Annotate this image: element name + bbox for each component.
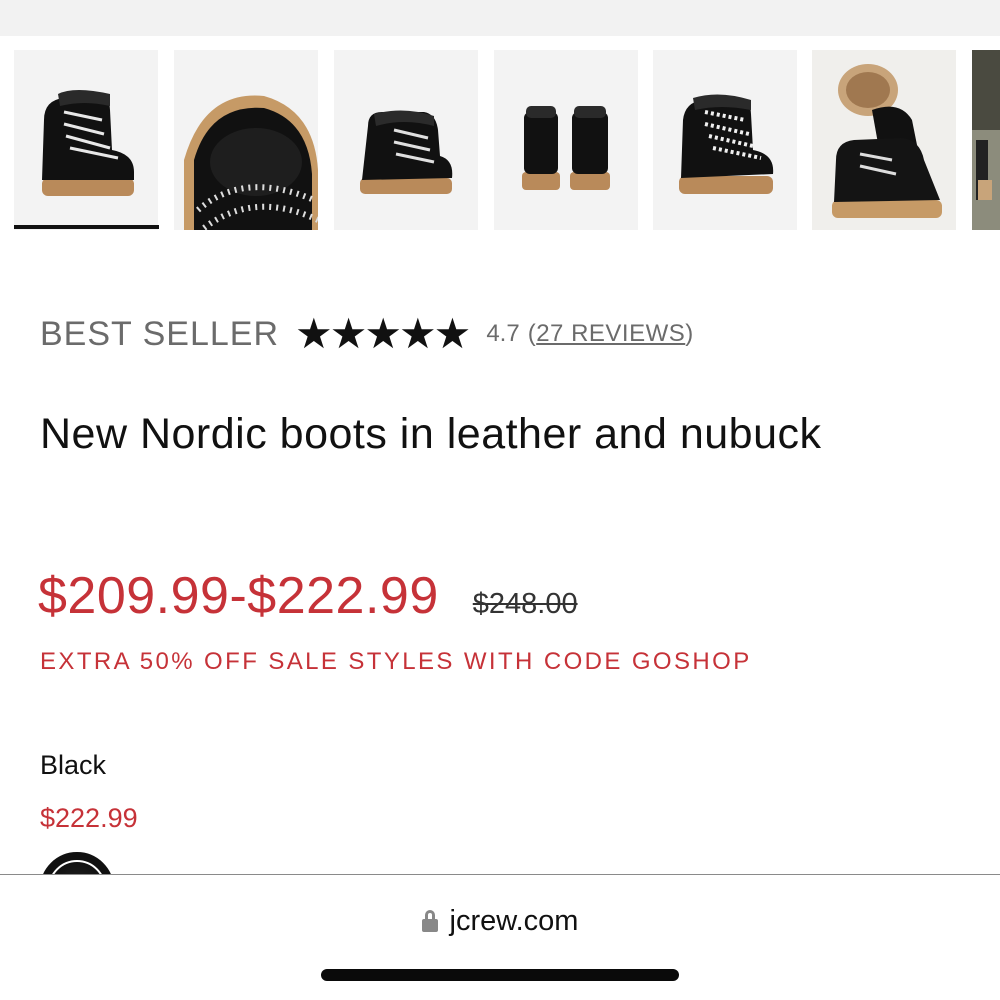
url-domain: jcrew.com xyxy=(449,905,579,937)
price-row: $209.99-$222.99 $248.00 xyxy=(38,566,578,626)
reviews-count: (27 REVIEWS) xyxy=(528,320,694,348)
selected-color-name: Black xyxy=(40,750,107,780)
url-display[interactable]: jcrew.com xyxy=(0,905,1000,938)
thumbnail-2[interactable] xyxy=(174,50,318,230)
thumbnail-6[interactable] xyxy=(812,50,956,230)
star-icon: ★ xyxy=(433,309,472,358)
star-icon: ★ xyxy=(399,309,437,358)
top-strip xyxy=(0,0,1000,36)
thumbnail-7[interactable] xyxy=(972,50,1000,230)
product-title: New Nordic boots in leather and nubuck xyxy=(40,410,822,458)
browser-address-bar: jcrew.com xyxy=(0,874,1000,1000)
boot-laces-image xyxy=(653,50,797,230)
sale-price-range: $209.99-$222.99 xyxy=(38,567,439,625)
star-icon: ★ xyxy=(364,309,403,358)
rating-row: BEST SELLER ★ ★ ★ ★ ★ 4.7 (27 REVIEWS) xyxy=(40,312,694,356)
home-indicator[interactable] xyxy=(321,969,679,981)
star-rating: ★ ★ ★ ★ ★ xyxy=(295,309,471,358)
active-thumbnail-indicator xyxy=(14,225,159,229)
reviews-link[interactable]: 27 REVIEWS xyxy=(536,320,685,347)
open-paren: ( xyxy=(527,320,537,347)
original-price: $248.00 xyxy=(472,588,578,620)
promo-message: EXTRA 50% OFF SALE STYLES WITH CODE GOSH… xyxy=(40,648,752,675)
boot-front-angle-image xyxy=(334,50,478,230)
boot-back-view-image xyxy=(494,50,638,230)
selected-color-price: $222.99 xyxy=(40,803,138,833)
star-icon: ★ xyxy=(329,309,368,358)
best-seller-badge: BEST SELLER xyxy=(40,314,280,353)
thumbnail-4[interactable] xyxy=(494,50,638,230)
model-wearing-boots-image xyxy=(972,50,1000,230)
close-paren: ) xyxy=(685,320,694,347)
boot-toe-closeup-image xyxy=(174,50,318,230)
thumbnail-5[interactable] xyxy=(653,50,797,230)
rating-value: 4.7 xyxy=(486,320,520,347)
image-thumbnail-strip[interactable] xyxy=(0,36,1000,236)
boot-lifestyle-image xyxy=(812,50,956,230)
thumbnail-1[interactable] xyxy=(14,50,158,230)
star-icon: ★ xyxy=(295,309,333,358)
lock-icon xyxy=(421,910,438,932)
thumbnail-3[interactable] xyxy=(334,50,478,230)
product-page: BEST SELLER ★ ★ ★ ★ ★ 4.7 (27 REVIEWS) N… xyxy=(0,0,1000,1000)
boot-side-image xyxy=(14,50,158,230)
